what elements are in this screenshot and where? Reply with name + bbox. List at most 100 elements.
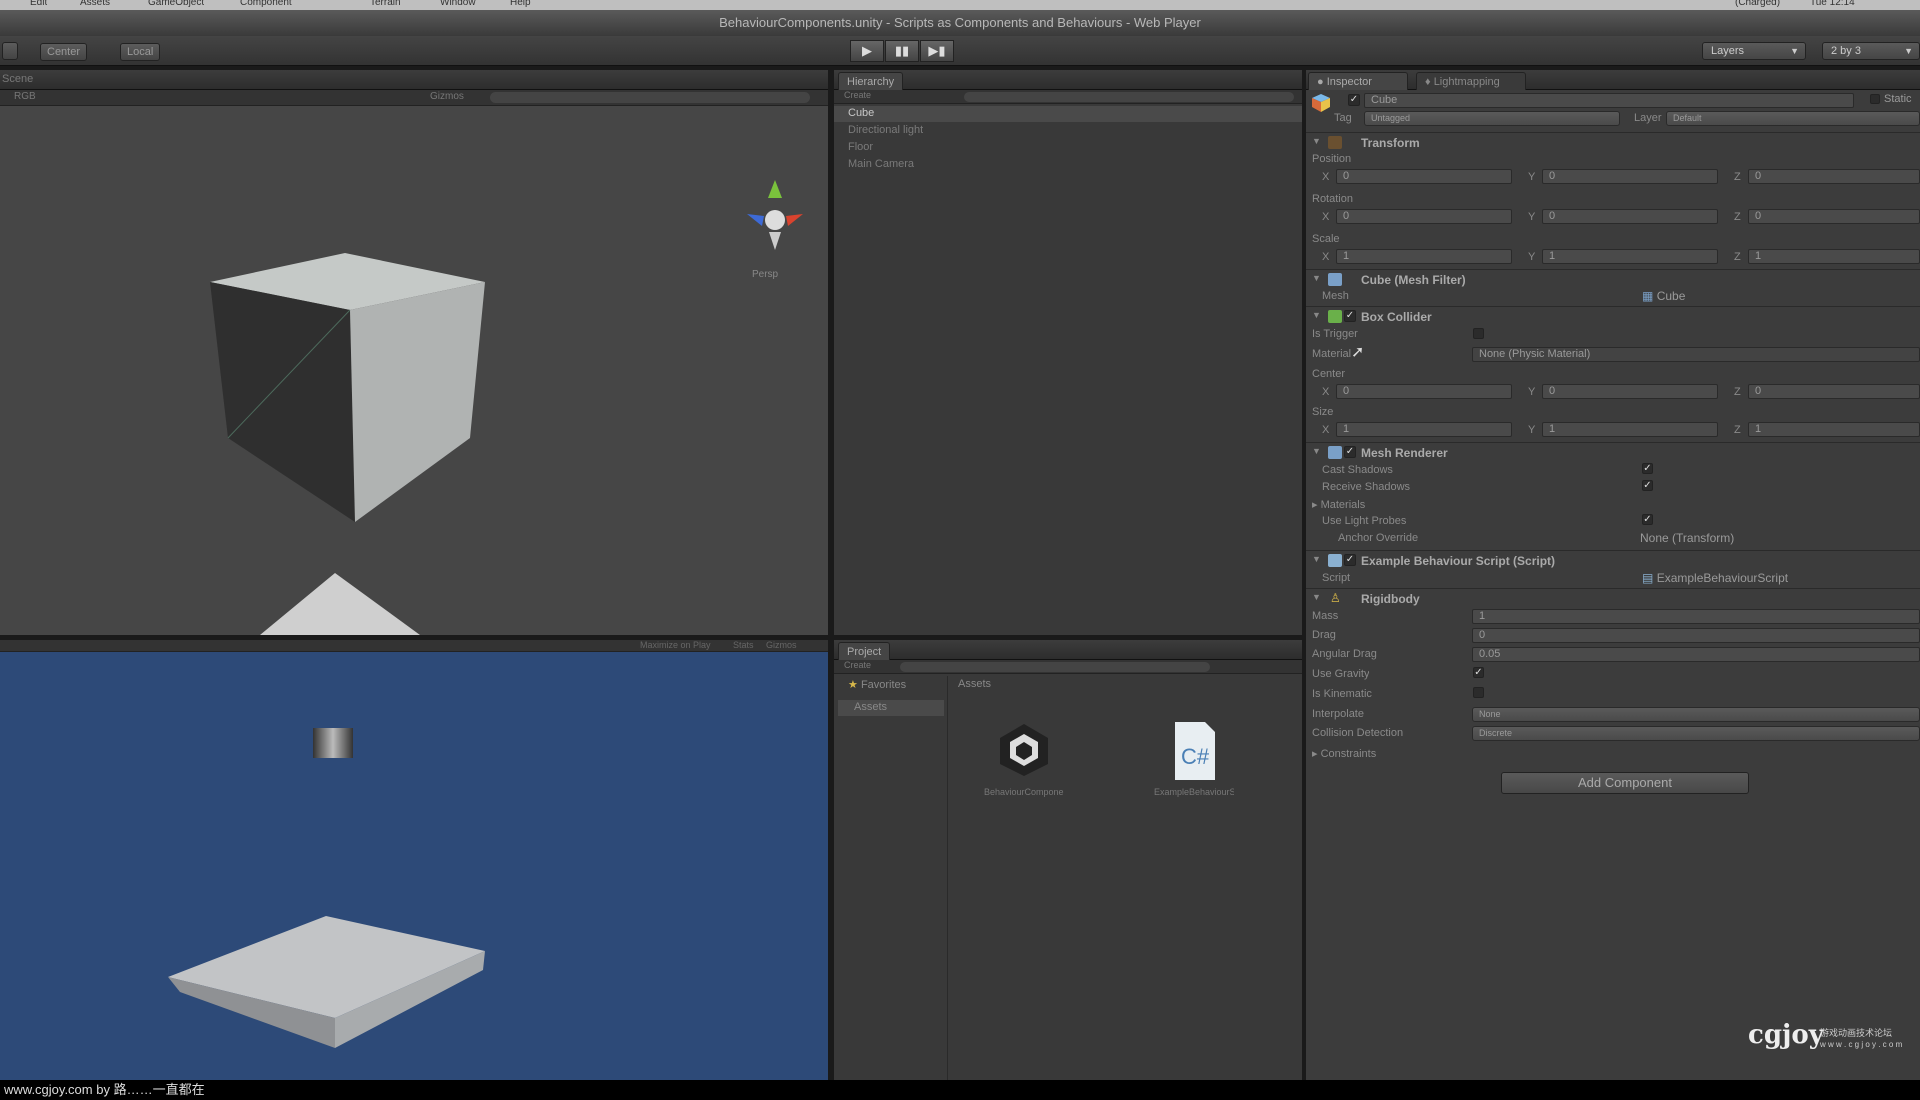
is-kinematic-checkbox[interactable] (1473, 687, 1484, 698)
materials-foldout[interactable]: ▸ Materials (1312, 498, 1365, 511)
favorites-label: Favorites (860, 679, 907, 691)
menu-component[interactable]: Component (240, 0, 292, 8)
materials-label: Materials (1320, 499, 1366, 511)
use-gravity-label: Use Gravity (1312, 668, 1370, 680)
light-probes-checkbox[interactable]: ✓ (1642, 514, 1653, 525)
mass-field[interactable]: 1 (1472, 609, 1920, 624)
cast-shadows-checkbox[interactable]: ✓ (1642, 463, 1653, 474)
transform-component[interactable]: ▼ Transform (1306, 132, 1920, 152)
menu-assets[interactable]: Assets (80, 0, 110, 8)
drag-field[interactable]: 0 (1472, 628, 1920, 643)
rotation-z-field[interactable]: 0 (1748, 209, 1920, 224)
rigidbody-component[interactable]: ▼ ♙ Rigidbody (1306, 588, 1920, 608)
rotation-x-field[interactable]: 0 (1336, 209, 1512, 224)
floor-shape (260, 573, 420, 635)
istrigger-checkbox[interactable] (1473, 328, 1484, 339)
position-z-field[interactable]: 0 (1748, 169, 1920, 184)
project-search-input[interactable] (900, 662, 1210, 672)
boxcollider-component[interactable]: ▼ ✓ Box Collider (1306, 306, 1920, 326)
grid-icon: ▦ (1642, 289, 1654, 303)
menu-window[interactable]: Window (440, 0, 476, 8)
play-button[interactable]: ▶ (850, 40, 884, 62)
rotation-y-field[interactable]: 0 (1542, 209, 1718, 224)
script-field[interactable]: ▤ ExampleBehaviourScript (1642, 571, 1788, 585)
size-z-field[interactable]: 1 (1748, 422, 1920, 437)
assets-folder-selected[interactable]: Assets (838, 700, 944, 716)
asset-script-file[interactable]: C# ExampleBehaviourS... (1154, 720, 1234, 830)
menu-terrain[interactable]: Terrain (370, 0, 401, 8)
meshrenderer-enabled-checkbox[interactable]: ✓ (1344, 446, 1356, 458)
favorites-item[interactable]: ★ Favorites (848, 678, 906, 691)
center-label: Center (1312, 368, 1346, 380)
watermark-subtitle: 游戏动画技术论坛 (1820, 1028, 1893, 1038)
project-header: Project (834, 640, 1302, 660)
collision-detection-dropdown[interactable]: Discrete (1472, 726, 1920, 741)
size-x-field[interactable]: 1 (1336, 422, 1512, 437)
script-icon (1328, 554, 1342, 567)
hierarchy-create-button[interactable]: Create (844, 90, 871, 100)
game-view[interactable]: Maximize on Play Stats Gizmos (0, 640, 828, 1080)
project-sidebar: ★ Favorites Assets (834, 676, 948, 1080)
script-component[interactable]: ▼ ✓ Example Behaviour Script (Script) (1306, 550, 1920, 570)
pivot-center-toggle[interactable]: Center (40, 43, 88, 61)
position-label: Position (1312, 153, 1352, 165)
pause-button[interactable]: ▮▮ (885, 40, 919, 62)
mesh-field[interactable]: ▦ Cube (1642, 289, 1685, 303)
static-checkbox[interactable] (1870, 94, 1880, 104)
boxcollider-enabled-checkbox[interactable]: ✓ (1344, 310, 1356, 322)
scale-y-field[interactable]: 1 (1542, 249, 1718, 264)
meshfilter-component[interactable]: ▼ Cube (Mesh Filter) (1306, 269, 1920, 289)
foldout-icon: ▼ (1312, 310, 1321, 320)
center-z-field[interactable]: 0 (1748, 384, 1920, 399)
meshrenderer-component[interactable]: ▼ ✓ Mesh Renderer (1306, 442, 1920, 462)
layout-label: 2 by 3 (1831, 45, 1861, 57)
layout-dropdown[interactable]: 2 by 3 ▼ (1822, 42, 1920, 60)
ctr-x-label: X (1322, 386, 1330, 398)
step-button[interactable]: ▶▮ (920, 40, 954, 62)
tab-project[interactable]: Project (838, 642, 891, 660)
use-gravity-checkbox[interactable]: ✓ (1473, 667, 1484, 678)
hierarchy-item-floor[interactable]: Floor (848, 141, 873, 153)
scale-x-field[interactable]: 1 (1336, 249, 1512, 264)
center-x-field[interactable]: 0 (1336, 384, 1512, 399)
hand-tool-button[interactable] (2, 42, 18, 60)
tab-inspector[interactable]: ● Inspector (1308, 72, 1408, 90)
position-y-field[interactable]: 0 (1542, 169, 1718, 184)
receive-shadows-checkbox[interactable]: ✓ (1642, 480, 1653, 491)
persp-label: Persp (752, 269, 779, 280)
size-y-field[interactable]: 1 (1542, 422, 1718, 437)
hierarchy-item-light[interactable]: Directional light (848, 124, 923, 136)
anchor-override-field[interactable]: None (Transform) (1640, 531, 1734, 545)
add-component-button[interactable]: Add Component (1501, 772, 1749, 794)
object-name-field[interactable]: Cube (1364, 93, 1854, 108)
menu-edit[interactable]: Edit (30, 0, 47, 8)
menu-help[interactable]: Help (510, 0, 531, 8)
tag-dropdown[interactable]: Untagged (1364, 111, 1620, 126)
active-checkbox[interactable]: ✓ (1348, 94, 1360, 106)
scale-z-field[interactable]: 1 (1748, 249, 1920, 264)
physic-material-field[interactable]: None (Physic Material) (1472, 347, 1920, 362)
constraints-foldout[interactable]: ▸ Constraints (1312, 747, 1376, 760)
local-global-toggle[interactable]: Local (120, 43, 161, 61)
tab-lightmapping[interactable]: ♦ Lightmapping (1416, 72, 1526, 90)
hierarchy-search-input[interactable] (964, 92, 1294, 102)
menu-gameobject[interactable]: GameObject (148, 0, 204, 8)
ctr-y-label: Y (1528, 386, 1536, 398)
scene-view[interactable]: Scene RGB Gizmos Persp (0, 70, 828, 635)
center-y-field[interactable]: 0 (1542, 384, 1718, 399)
watermark-logo: cgjoy (1748, 1020, 1824, 1050)
project-create-button[interactable]: Create (844, 660, 871, 670)
hierarchy-item-camera[interactable]: Main Camera (848, 158, 914, 170)
interpolate-dropdown[interactable]: None (1472, 707, 1920, 722)
is-kinematic-label: Is Kinematic (1312, 688, 1372, 700)
hierarchy-item-cube[interactable]: Cube (848, 107, 874, 119)
layer-dropdown[interactable]: Default (1666, 111, 1920, 126)
layers-dropdown[interactable]: Layers ▼ (1702, 42, 1806, 60)
tab-hierarchy[interactable]: Hierarchy (838, 72, 904, 90)
angular-drag-field[interactable]: 0.05 (1472, 647, 1920, 662)
script-enabled-checkbox[interactable]: ✓ (1344, 554, 1356, 566)
pos-z-label: Z (1734, 171, 1741, 183)
position-x-field[interactable]: 0 (1336, 169, 1512, 184)
asset-scene-file[interactable]: BehaviourCompone... (984, 720, 1064, 830)
receive-shadows-label: Receive Shadows (1322, 481, 1411, 493)
